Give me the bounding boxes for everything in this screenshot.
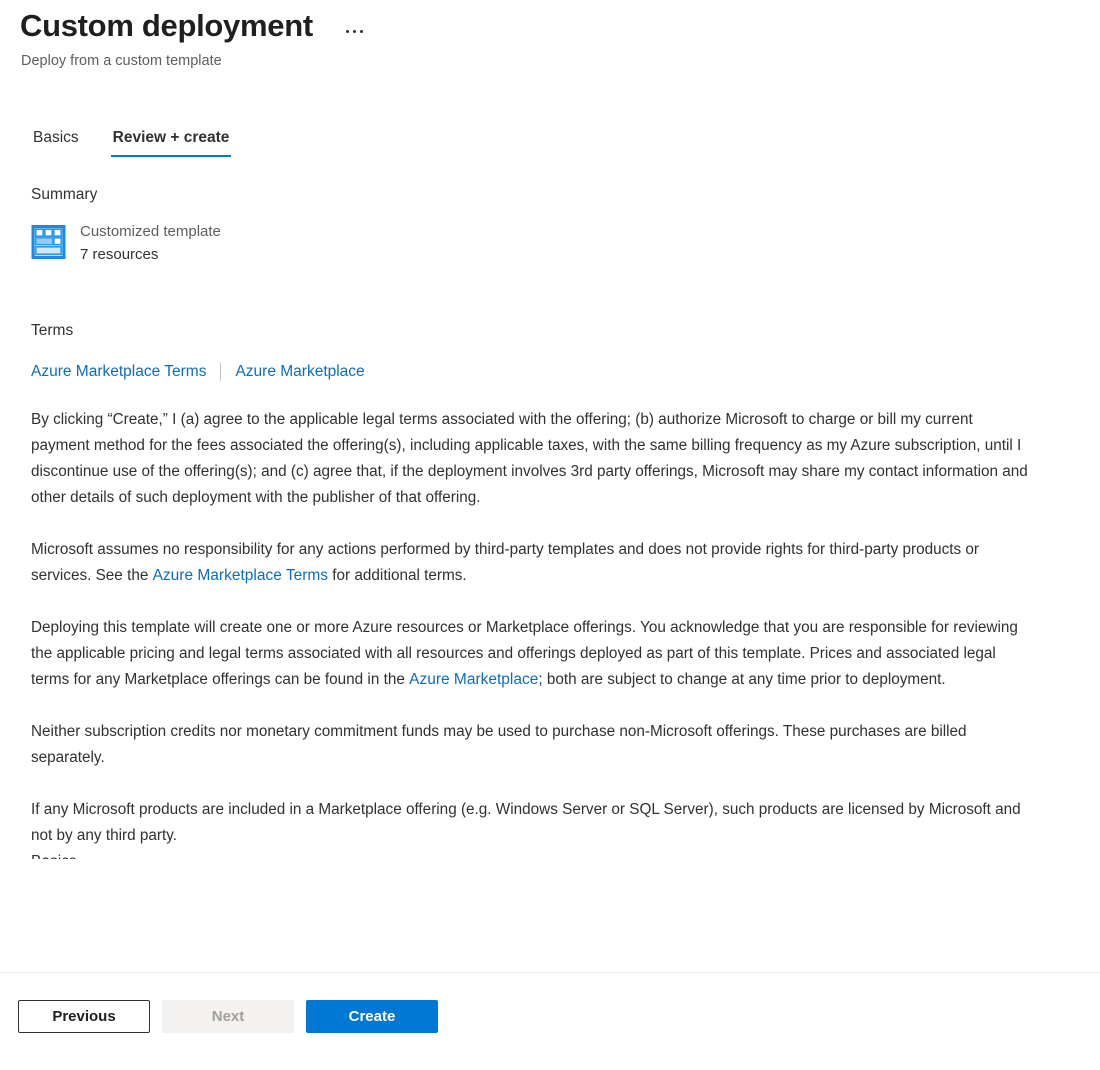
wizard-footer: Previous Next Create [0, 972, 1100, 1070]
more-options-icon[interactable] [339, 20, 371, 42]
template-grid-icon [31, 225, 66, 259]
terms-paragraph-2: Microsoft assumes no responsibility for … [31, 537, 1031, 589]
page-subtitle: Deploy from a custom template [21, 53, 222, 69]
blade-header: Custom deployment [20, 6, 1080, 46]
terms-paragraph-3: Deploying this template will create one … [31, 615, 1031, 693]
summary-section-title: Summary [31, 186, 98, 203]
terms-paragraph-4: Neither subscription credits nor monetar… [31, 723, 967, 766]
terms-paragraph-5: If any Microsoft products are included i… [31, 801, 1021, 844]
next-button: Next [162, 1000, 294, 1033]
inline-link-azure-marketplace[interactable]: Azure Marketplace [409, 671, 538, 688]
terms-body: By clicking “Create,” I (a) agree to the… [31, 407, 1031, 849]
more-dot [346, 29, 350, 33]
more-dot [360, 29, 364, 33]
previous-button[interactable]: Previous [18, 1000, 150, 1033]
tab-review-create[interactable]: Review + create [110, 128, 232, 157]
terms-p2-after: for additional terms. [328, 567, 467, 584]
blade-content: Custom deployment Deploy from a custom t… [0, 0, 1100, 972]
summary-resource-count: 7 resources [80, 246, 159, 263]
link-azure-marketplace-terms[interactable]: Azure Marketplace Terms [31, 361, 206, 382]
summary-template-row[interactable]: Customized template 7 resources [31, 221, 1080, 266]
terms-section-title: Terms [31, 322, 74, 339]
inline-link-azure-marketplace-terms[interactable]: Azure Marketplace Terms [153, 567, 328, 584]
summary-template-name: Customized template [80, 223, 221, 240]
clipped-section-heading: Basics [31, 851, 1080, 859]
link-divider [220, 362, 222, 381]
link-azure-marketplace[interactable]: Azure Marketplace [235, 361, 364, 382]
custom-deployment-blade: Custom deployment Deploy from a custom t… [0, 0, 1100, 1070]
terms-p3-after: ; both are subject to change at any time… [538, 671, 946, 688]
tab-basics[interactable]: Basics [31, 128, 81, 157]
page-title: Custom deployment [20, 8, 313, 43]
summary-text-group: Customized template 7 resources [80, 221, 221, 266]
wizard-tabs: Basics Review + create [20, 128, 1080, 157]
terms-links-row: Azure Marketplace Terms Azure Marketplac… [31, 361, 1080, 382]
more-dot [353, 29, 357, 33]
terms-paragraph-1: By clicking “Create,” I (a) agree to the… [31, 411, 1028, 506]
create-button[interactable]: Create [306, 1000, 438, 1033]
